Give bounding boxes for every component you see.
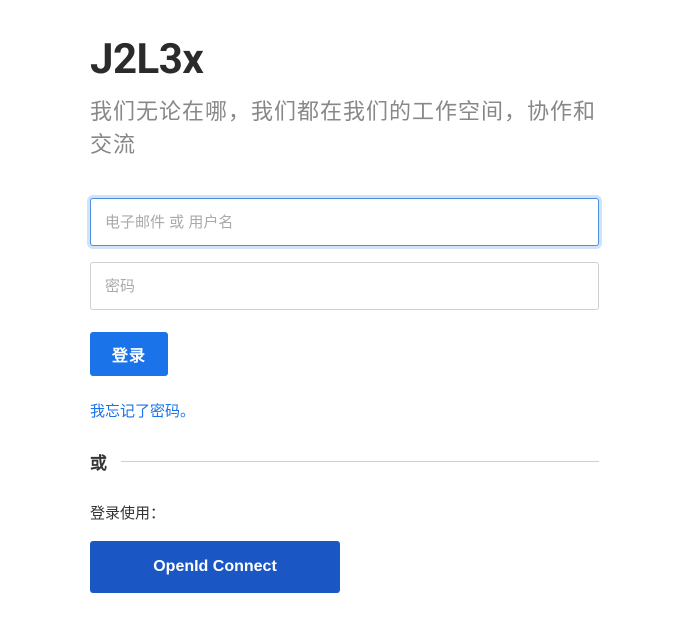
brand-title: J2L3x bbox=[90, 35, 599, 84]
tagline: 我们无论在哪，我们都在我们的工作空间，协作和交流 bbox=[90, 96, 599, 162]
divider-line bbox=[121, 461, 599, 462]
login-using-label: 登录使用： bbox=[90, 502, 599, 523]
divider-row: 或 bbox=[90, 449, 599, 474]
password-input[interactable] bbox=[90, 262, 599, 310]
forgot-password-link[interactable]: 我忘记了密码。 bbox=[90, 400, 599, 421]
login-container: J2L3x 我们无论在哪，我们都在我们的工作空间，协作和交流 登录 我忘记了密码… bbox=[90, 35, 599, 593]
divider-label: 或 bbox=[90, 449, 107, 474]
openid-connect-button[interactable]: OpenId Connect bbox=[90, 541, 340, 593]
login-button[interactable]: 登录 bbox=[90, 332, 168, 376]
username-input[interactable] bbox=[90, 198, 599, 246]
